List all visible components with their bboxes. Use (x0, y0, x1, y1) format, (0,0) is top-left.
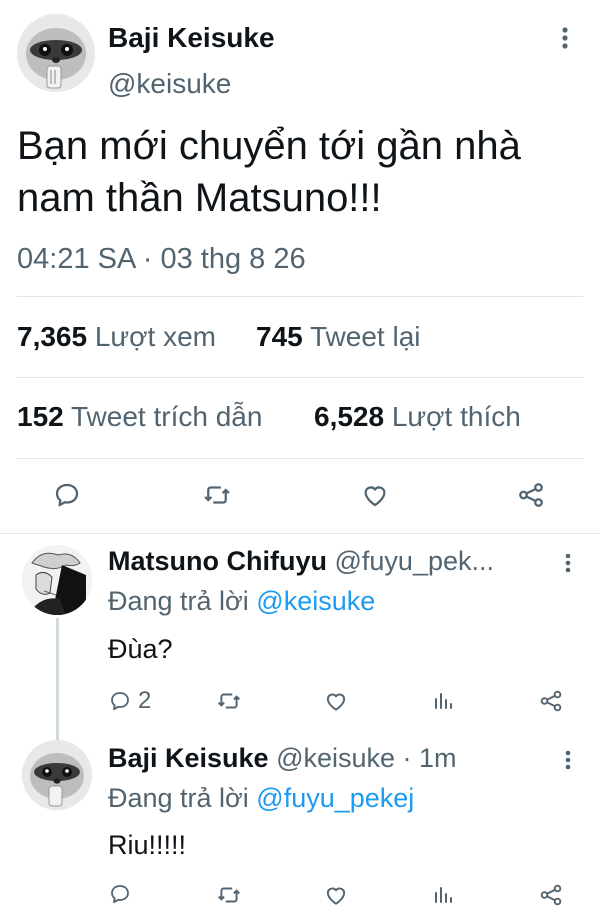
views-count: 7,365 (17, 321, 88, 352)
reply-icon (108, 689, 132, 713)
analytics-icon[interactable] (431, 688, 455, 712)
reply-icon[interactable] (52, 480, 82, 510)
author-handle[interactable]: @keisuke (108, 68, 231, 100)
reply-text: Riu!!!!! (108, 830, 187, 860)
retweet-icon[interactable] (216, 688, 242, 714)
reply-author-name: Matsuno Chifuyu (108, 546, 327, 576)
retweets-count: 745 (256, 321, 303, 352)
reply-icon[interactable] (108, 882, 132, 906)
retweets-stat[interactable]: 745 Tweet lại (256, 321, 421, 353)
likes-count: 6,528 (314, 401, 385, 432)
analytics-icon[interactable] (431, 882, 455, 906)
views-stat[interactable]: 7,365 Lượt xem (17, 321, 216, 353)
heart-icon[interactable] (323, 882, 349, 908)
more-icon[interactable] (558, 26, 572, 54)
likes-stat[interactable]: 6,528 Lượt thích (314, 401, 521, 433)
replying-to: Đang trả lời @fuyu_pekej (108, 783, 414, 814)
likes-label: Lượt thích (391, 401, 521, 432)
more-icon[interactable] (562, 749, 574, 776)
reply-header[interactable]: Baji Keisuke @keisuke · 1m (108, 743, 457, 774)
retweet-icon[interactable] (202, 480, 232, 510)
quotes-count: 152 (17, 401, 64, 432)
reply-count: 2 (138, 687, 152, 714)
reply-header[interactable]: Matsuno Chifuyu @fuyu_pek... (108, 546, 494, 577)
reply-author-name: Baji Keisuke (108, 743, 269, 773)
divider (17, 377, 583, 378)
tweet-text-line-1: Bạn mới chuyển tới gần nhà (17, 124, 521, 168)
reply-author-avatar[interactable] (22, 545, 92, 615)
replying-to: Đang trả lời @keisuke (108, 586, 375, 617)
retweet-icon[interactable] (216, 882, 242, 908)
share-icon[interactable] (538, 882, 564, 908)
divider (0, 533, 600, 534)
quotes-label: Tweet trích dẫn (71, 401, 263, 432)
divider (17, 296, 583, 297)
reply-author-handle: @keisuke · 1m (276, 743, 457, 773)
author-avatar[interactable] (17, 14, 95, 92)
quotes-stat[interactable]: 152 Tweet trích dẫn (17, 401, 262, 433)
more-icon[interactable] (562, 552, 574, 579)
tweet-text-line-2: nam thần Matsuno!!! (17, 176, 382, 220)
thread-line (56, 618, 59, 743)
heart-icon[interactable] (323, 688, 349, 714)
divider (17, 458, 583, 459)
author-name[interactable]: Baji Keisuke (108, 22, 275, 54)
replying-to-link[interactable]: @fuyu_pekej (256, 783, 414, 813)
tweet-timestamp[interactable]: 04:21 SA · 03 thg 8 26 (17, 243, 306, 276)
replying-to-link[interactable]: @keisuke (256, 586, 375, 616)
reply-button[interactable]: 2 (108, 687, 151, 715)
share-icon[interactable] (516, 480, 546, 510)
reply-text: Đùa? (108, 634, 173, 664)
share-icon[interactable] (538, 688, 564, 714)
replying-prefix: Đang trả lời (108, 586, 249, 616)
reply-author-handle: @fuyu_pek... (334, 546, 495, 576)
retweets-label: Tweet lại (310, 321, 421, 352)
heart-icon[interactable] (360, 480, 390, 510)
reply-author-avatar[interactable] (22, 740, 92, 810)
views-label: Lượt xem (94, 321, 216, 352)
replying-prefix: Đang trả lời (108, 783, 249, 813)
